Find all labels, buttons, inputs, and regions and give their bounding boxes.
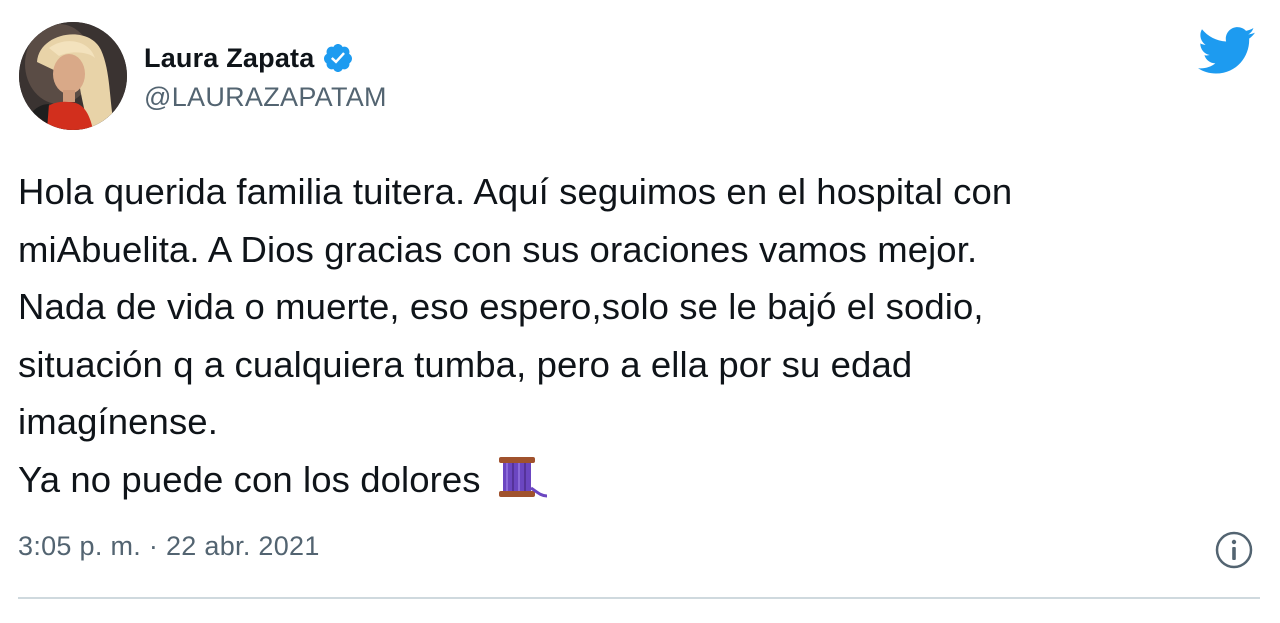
avatar-photo bbox=[19, 22, 127, 130]
tweet-line-6-text: Ya no puede con los dolores bbox=[18, 458, 481, 500]
tweet-line-4: situación q a cualquiera tumba, pero a e… bbox=[18, 343, 913, 385]
embedded-tweet-card: Laura Zapata @LAURAZAPATAM Hola querida … bbox=[0, 0, 1280, 623]
tweet-line-3: Nada de vida o muerte, eso espero,solo s… bbox=[18, 286, 984, 327]
verified-badge-icon bbox=[322, 42, 354, 74]
author-avatar[interactable] bbox=[19, 22, 127, 130]
tweet-line-6: Ya no puede con los dolores bbox=[18, 451, 1268, 509]
author-display-name[interactable]: Laura Zapata bbox=[144, 43, 314, 74]
author-handle[interactable]: @LAURAZAPATAM bbox=[144, 82, 387, 113]
tweet-text: Hola querida familia tuitera. Aquí segui… bbox=[18, 163, 1268, 508]
tweet-line-5: imagínense. bbox=[18, 401, 218, 442]
info-icon[interactable] bbox=[1214, 530, 1254, 570]
tweet-timestamp[interactable]: 3:05 p. m. · 22 abr. 2021 bbox=[18, 531, 320, 562]
thread-spool-emoji bbox=[497, 454, 549, 500]
tweet-line-2: miAbuelita. A Dios gracias con sus oraci… bbox=[18, 228, 978, 270]
twitter-bird-icon[interactable] bbox=[1197, 26, 1256, 76]
tweet-divider bbox=[18, 597, 1260, 599]
author-name-row[interactable]: Laura Zapata bbox=[144, 38, 354, 78]
tweet-line-1: Hola querida familia tuitera. Aquí segui… bbox=[18, 171, 1013, 212]
